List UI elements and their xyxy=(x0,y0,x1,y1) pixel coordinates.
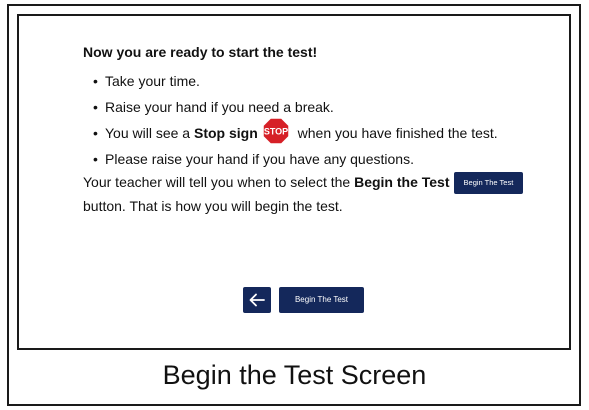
list-item-text-post: when you have finished the test. xyxy=(293,125,498,141)
page-title: Now you are ready to start the test! xyxy=(83,44,318,60)
list-item: • Take your time. xyxy=(93,68,498,94)
paragraph-text-pre: Your teacher will tell you when to selec… xyxy=(83,174,355,190)
back-button[interactable] xyxy=(243,287,271,313)
list-item-text: Please raise your hand if you have any q… xyxy=(105,151,414,167)
begin-test-button[interactable]: Begin The Test xyxy=(279,287,364,313)
inline-begin-button-example: Begin The Test xyxy=(453,172,524,195)
paragraph-text-post: button. That is how you will begin the t… xyxy=(83,198,343,215)
paragraph-bold: Begin the Test xyxy=(354,174,450,190)
bullet-icon: • xyxy=(93,151,98,167)
list-item-text: Take your time. xyxy=(105,73,200,89)
stop-sign-text: STOP xyxy=(264,127,288,137)
list-item-text-pre: You will see a xyxy=(105,125,194,141)
list-item: • You will see a Stop sign STOP when you… xyxy=(93,117,498,149)
caption: Begin the Test Screen xyxy=(162,360,427,390)
list-item: • Please raise your hand if you have any… xyxy=(93,146,498,172)
instructions-paragraph: Your teacher will tell you when to selec… xyxy=(83,170,543,218)
list-item: • Raise your hand if you need a break. xyxy=(93,94,498,120)
stop-sign-label: Stop sign xyxy=(193,125,258,141)
bullet-icon: • xyxy=(93,73,98,89)
arrow-left-icon xyxy=(249,293,265,307)
instruction-list: • Take your time. • Raise your hand if y… xyxy=(93,68,498,172)
bullet-icon: • xyxy=(93,125,98,141)
stop-sign-icon: STOP xyxy=(262,117,290,149)
list-item-text: Raise your hand if you need a break. xyxy=(105,99,334,115)
test-screen: Now you are ready to start the test! • T… xyxy=(17,14,571,350)
bullet-icon: • xyxy=(93,99,98,115)
